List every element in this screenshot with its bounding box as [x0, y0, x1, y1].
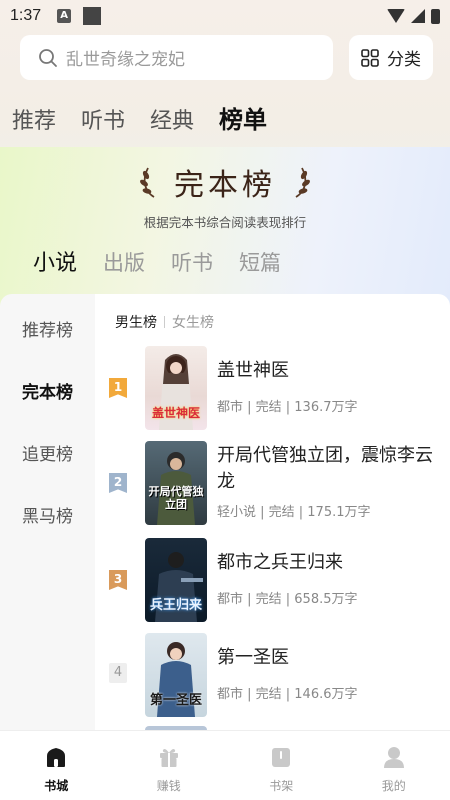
sidebar-item-complete[interactable]: 完本榜: [0, 378, 95, 403]
book-title[interactable]: 第一圣医: [217, 645, 442, 671]
book-title[interactable]: 盖世神医: [217, 358, 442, 384]
status-bar: 1:37 A: [0, 0, 450, 32]
user-icon: [383, 747, 404, 768]
top-tabs: 推荐 听书 经典 榜单: [12, 100, 267, 135]
cover-title: 开局代管独立团: [148, 485, 204, 511]
nav-earn[interactable]: 赚钱: [113, 731, 226, 800]
subtab-novel[interactable]: 小说: [33, 245, 77, 277]
sidebar-item-darkhorse[interactable]: 黑马榜: [0, 502, 95, 527]
nav-bookshelf[interactable]: 书架: [225, 731, 338, 800]
book-cover[interactable]: 兵王归来: [145, 538, 207, 622]
search-icon: [39, 48, 57, 67]
tab-audiobook[interactable]: 听书: [81, 103, 125, 135]
nav-label: 赚钱: [156, 779, 181, 793]
search-input[interactable]: 乱世奇缘之宠妃: [20, 35, 333, 80]
subtab-audiobook[interactable]: 听书: [171, 247, 213, 277]
book-title[interactable]: 都市之兵王归来: [217, 550, 442, 576]
rank-badge: 4: [109, 663, 127, 683]
bottom-nav: 书城 赚钱 书架 我的: [0, 730, 450, 800]
rank-badge: 3: [109, 570, 127, 590]
cover-title: 盖世神医: [151, 406, 200, 420]
home-icon: [47, 748, 66, 767]
rank-badge: 2: [109, 473, 127, 493]
book-meta: 都市 | 完结 | 146.6万字: [217, 687, 358, 702]
list-item[interactable]: 4 第一圣医 第一圣医 都市 | 完结 | 146.6万字: [95, 633, 450, 719]
nav-mine[interactable]: 我的: [338, 731, 450, 800]
tab-classic[interactable]: 经典: [150, 103, 194, 135]
gender-divider: [164, 316, 165, 328]
status-time: 1:37: [10, 7, 42, 24]
gender-switch: 男生榜 女生榜: [115, 312, 214, 332]
bookshelf-icon: [272, 748, 291, 767]
gender-male[interactable]: 男生榜: [115, 312, 157, 332]
laurel-left-icon: [140, 167, 155, 198]
list-item[interactable]: 2 开局代管独立团 开局代管独立团，震惊李云龙 轻小说 | 完结 | 175.1…: [95, 441, 450, 527]
banner-title: 完本榜: [174, 168, 276, 203]
battery-icon: [431, 8, 440, 24]
cover-title: 兵王归来: [149, 598, 202, 613]
gender-female[interactable]: 女生榜: [172, 312, 214, 332]
ranking-sidebar: 推荐榜 完本榜 追更榜 黑马榜: [0, 294, 95, 730]
wifi-icon: [387, 9, 405, 23]
banner-subtitle: 根据完本书综合阅读表现排行: [143, 215, 307, 230]
signal-icon: [411, 9, 425, 23]
rank-badge: 1: [109, 378, 127, 398]
tab-recommend[interactable]: 推荐: [12, 103, 56, 135]
book-cover[interactable]: 盖世神医: [145, 346, 207, 430]
nav-label: 书城: [44, 779, 69, 793]
ranking-list: 男生榜 女生榜 1 盖世神医 盖世神医 都市 | 完结 | 136.7万字 2: [95, 294, 450, 730]
nav-label: 书架: [269, 779, 294, 793]
book-meta: 都市 | 完结 | 136.7万字: [217, 400, 358, 415]
tab-ranking[interactable]: 榜单: [219, 100, 267, 135]
book-meta: 轻小说 | 完结 | 175.1万字: [217, 505, 371, 520]
ranking-content: 推荐榜 完本榜 追更榜 黑马榜 男生榜 女生榜 1 盖世神医 盖世神医 都市 |…: [0, 294, 450, 730]
sub-tabs: 小说 出版 听书 短篇: [33, 245, 281, 277]
nav-label: 我的: [381, 779, 406, 793]
a-notification-icon: A: [57, 9, 72, 23]
subtab-short[interactable]: 短篇: [239, 247, 281, 277]
book-cover[interactable]: 第一圣医: [145, 633, 207, 717]
sidebar-item-following[interactable]: 追更榜: [0, 440, 95, 465]
cover-title: 第一圣医: [149, 693, 202, 708]
list-item[interactable]: 3 兵王归来 都市之兵王归来 都市 | 完结 | 658.5万字: [95, 538, 450, 624]
laurel-right-icon: [295, 167, 310, 198]
subtab-published[interactable]: 出版: [103, 247, 145, 277]
grid-icon: [361, 48, 379, 67]
ranking-banner: 完本榜 根据完本书综合阅读表现排行: [0, 160, 450, 231]
notification-square-icon: [83, 7, 102, 25]
nav-bookstore[interactable]: 书城: [0, 731, 113, 800]
search-placeholder: 乱世奇缘之宠妃: [66, 50, 185, 70]
list-item[interactable]: 1 盖世神医 盖世神医 都市 | 完结 | 136.7万字: [95, 346, 450, 432]
book-meta: 都市 | 完结 | 658.5万字: [217, 592, 358, 607]
sidebar-item-recommend[interactable]: 推荐榜: [0, 316, 95, 341]
gift-icon: [159, 749, 178, 767]
category-label: 分类: [387, 50, 421, 70]
cover-art-icon: [157, 452, 195, 525]
book-title[interactable]: 开局代管独立团，震惊李云龙: [217, 443, 442, 495]
category-button[interactable]: 分类: [349, 35, 433, 80]
book-cover[interactable]: 开局代管独立团: [145, 441, 207, 525]
